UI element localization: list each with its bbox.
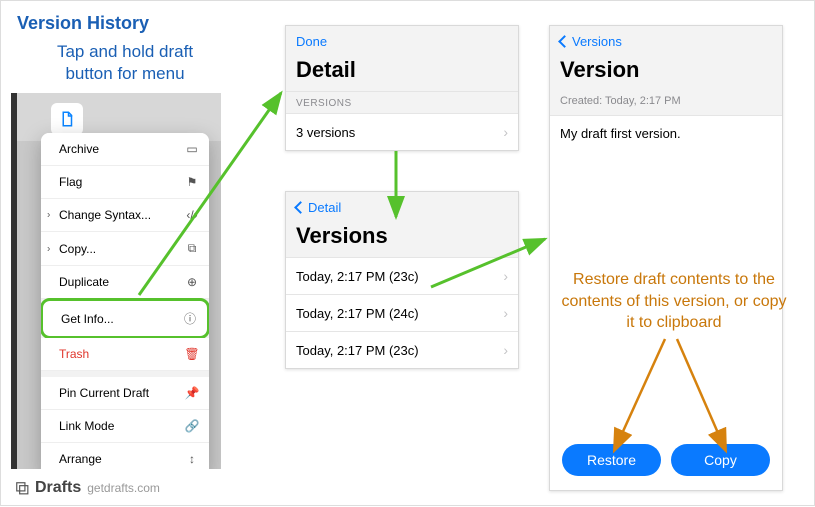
- page-title: Version History: [17, 13, 149, 34]
- row-label: Today, 2:17 PM (24c): [296, 306, 419, 321]
- menu-label: Pin Current Draft: [59, 386, 149, 400]
- subtitle: Tap and hold draft button for menu: [35, 41, 215, 85]
- menu-get-info[interactable]: Get Info... ⓘ: [41, 298, 209, 339]
- menu-flag[interactable]: Flag ⚑: [41, 166, 209, 199]
- versions-panel: Detail Versions Today, 2:17 PM (23c) › T…: [285, 191, 519, 369]
- versions-row[interactable]: 3 versions ›: [286, 113, 518, 150]
- menu-arrange[interactable]: Arrange ↕: [41, 443, 209, 469]
- trash-icon: 🗑: [185, 347, 199, 361]
- version-row[interactable]: Today, 2:17 PM (24c) ›: [286, 294, 518, 331]
- back-button[interactable]: Detail: [296, 200, 341, 215]
- menu-label: Archive: [59, 142, 99, 156]
- menu-pin[interactable]: Pin Current Draft 📌: [41, 377, 209, 410]
- menu-label: Duplicate: [59, 275, 109, 289]
- menu-link-mode[interactable]: Link Mode 🔗: [41, 410, 209, 443]
- copy-icon: ⧉: [185, 241, 199, 256]
- version-panel: Versions Version Created: Today, 2:17 PM…: [549, 25, 783, 491]
- footer: Drafts getdrafts.com: [15, 479, 160, 497]
- menu-label: Copy...: [59, 242, 96, 256]
- chevron-right-icon: ›: [47, 243, 50, 254]
- menu-archive[interactable]: Archive ▭: [41, 133, 209, 166]
- flag-icon: ⚑: [185, 175, 199, 189]
- done-button[interactable]: Done: [296, 34, 327, 49]
- brand-url: getdrafts.com: [87, 481, 160, 495]
- context-menu: Archive ▭ Flag ⚑ › Change Syntax... ‹/› …: [41, 133, 209, 469]
- chevron-right-icon: ›: [503, 124, 508, 140]
- draft-button[interactable]: [51, 103, 83, 135]
- menu-label: Trash: [59, 347, 89, 361]
- pin-icon: 📌: [185, 386, 199, 400]
- arrange-icon: ↕: [185, 452, 199, 466]
- versions-title: Versions: [286, 219, 518, 257]
- phone-mock: Archive ▭ Flag ⚑ › Change Syntax... ‹/› …: [11, 93, 221, 469]
- annotation-restore: Restore draft contents to the contents o…: [559, 269, 789, 334]
- chevron-right-icon: ›: [503, 342, 508, 358]
- menu-copy[interactable]: › Copy... ⧉: [41, 232, 209, 266]
- detail-title: Detail: [286, 53, 518, 91]
- restore-button[interactable]: Restore: [562, 444, 661, 476]
- row-label: Today, 2:17 PM (23c): [296, 269, 419, 284]
- back-button[interactable]: Versions: [560, 34, 622, 49]
- chevron-right-icon: ›: [47, 210, 50, 221]
- menu-trash[interactable]: Trash 🗑: [41, 338, 209, 371]
- menu-label: Arrange: [59, 452, 102, 466]
- code-icon: ‹/›: [185, 208, 199, 222]
- version-row[interactable]: Today, 2:17 PM (23c) ›: [286, 331, 518, 368]
- copy-button[interactable]: Copy: [671, 444, 770, 476]
- document-icon: [58, 110, 76, 128]
- duplicate-icon: ⊕: [185, 275, 199, 289]
- link-icon: 🔗: [185, 419, 199, 433]
- menu-label: Get Info...: [61, 312, 114, 326]
- row-label: Today, 2:17 PM (23c): [296, 343, 419, 358]
- menu-duplicate[interactable]: Duplicate ⊕: [41, 266, 209, 299]
- chevron-right-icon: ›: [503, 268, 508, 284]
- info-icon: ⓘ: [183, 310, 197, 327]
- row-label: 3 versions: [296, 125, 355, 140]
- version-title: Version: [550, 53, 782, 91]
- menu-label: Link Mode: [59, 419, 114, 433]
- archive-icon: ▭: [185, 142, 199, 156]
- version-row[interactable]: Today, 2:17 PM (23c) ›: [286, 257, 518, 294]
- created-label: Created: Today, 2:17 PM: [550, 91, 782, 115]
- detail-panel: Done Detail VERSIONS 3 versions ›: [285, 25, 519, 151]
- menu-change-syntax[interactable]: › Change Syntax... ‹/›: [41, 199, 209, 232]
- drafts-logo-icon: [15, 481, 29, 495]
- brand-name: Drafts: [35, 479, 81, 497]
- versions-section-label: VERSIONS: [286, 91, 518, 113]
- menu-label: Change Syntax...: [59, 208, 151, 222]
- chevron-right-icon: ›: [503, 305, 508, 321]
- menu-label: Flag: [59, 175, 82, 189]
- button-bar: Restore Copy: [550, 434, 782, 490]
